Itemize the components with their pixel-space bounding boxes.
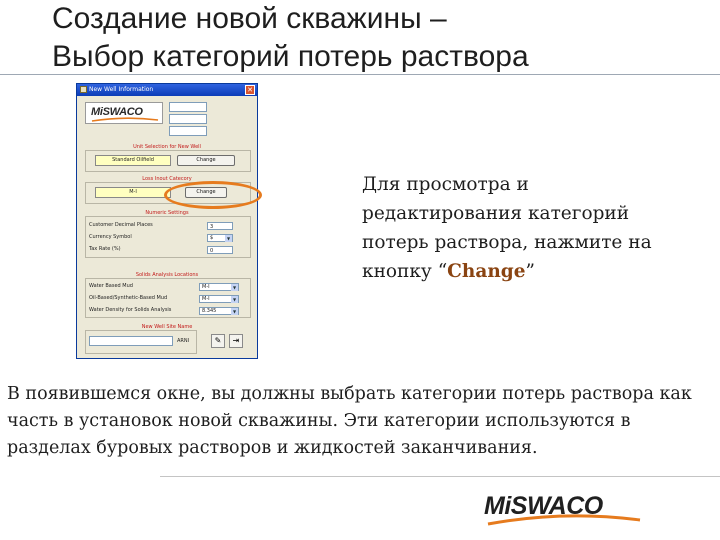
footer-logo: MiSWACO bbox=[484, 490, 644, 530]
well-info-field-3[interactable] bbox=[169, 126, 207, 136]
loss-category-value: M-I bbox=[95, 187, 171, 198]
unit-value: Standard Oilfield bbox=[95, 155, 171, 166]
oil-based-mud-select[interactable]: M-I ▼ bbox=[199, 295, 239, 303]
decimal-places-input[interactable]: 3 bbox=[207, 222, 233, 230]
change-button-highlight bbox=[164, 181, 262, 209]
footer-swoosh-icon bbox=[487, 514, 641, 526]
dialog-titlebar[interactable]: New Well Information ✕ bbox=[77, 84, 257, 96]
dialog-logo: MiSWACO bbox=[85, 102, 163, 124]
close-icon[interactable]: ✕ bbox=[245, 85, 255, 95]
site-name-unit: ARNI bbox=[177, 338, 190, 344]
site-name-input[interactable] bbox=[89, 336, 173, 346]
app-icon bbox=[80, 86, 87, 93]
exit-door-icon[interactable]: ⇥ bbox=[229, 334, 243, 348]
body-paragraph: В появившемся окне, вы должны выбрать ка… bbox=[7, 384, 692, 458]
water-based-mud-label: Water Based Mud bbox=[89, 283, 133, 289]
chevron-down-icon[interactable]: ▼ bbox=[225, 235, 232, 242]
slide-title-line-2: Выбор категорий потерь раствора bbox=[52, 40, 529, 73]
notepad-icon[interactable]: ✎ bbox=[211, 334, 225, 348]
water-based-mud-select[interactable]: M-I ▼ bbox=[199, 283, 239, 291]
dialog-title: New Well Information bbox=[89, 86, 154, 93]
well-info-field-2[interactable] bbox=[169, 114, 207, 124]
water-density-select[interactable]: 8.345 ▼ bbox=[199, 307, 239, 315]
currency-symbol-value: $ bbox=[210, 235, 214, 241]
title-divider bbox=[0, 74, 720, 75]
slide-title: Создание новой скважины – Выбор категори… bbox=[52, 0, 692, 76]
new-well-dialog: New Well Information ✕ MiSWACO Unit Sele… bbox=[76, 83, 258, 359]
water-density-value: 8.345 bbox=[202, 308, 217, 314]
callout-text-after: ” bbox=[525, 261, 535, 282]
oil-based-mud-label: Oil-Based/Synthetic-Based Mud bbox=[89, 295, 168, 301]
oil-based-mud-value: M-I bbox=[202, 296, 210, 302]
footer-divider bbox=[160, 476, 720, 477]
callout-change-word: Change bbox=[447, 261, 526, 282]
well-info-field-1[interactable] bbox=[169, 102, 207, 112]
water-based-mud-value: M-I bbox=[202, 284, 210, 290]
chevron-down-icon[interactable]: ▼ bbox=[231, 296, 238, 303]
currency-symbol-select[interactable]: $ ▼ bbox=[207, 234, 233, 242]
logo-swoosh-icon bbox=[91, 117, 159, 122]
decimal-places-label: Customer Decimal Places bbox=[89, 222, 153, 228]
water-density-label: Water Density for Solids Analysis bbox=[89, 307, 172, 313]
chevron-down-icon[interactable]: ▼ bbox=[231, 284, 238, 291]
unit-change-button[interactable]: Change bbox=[177, 155, 235, 166]
tax-rate-input[interactable]: 0 bbox=[207, 246, 233, 254]
tax-rate-label: Tax Rate (%) bbox=[89, 246, 121, 252]
slide-title-line-1: Создание новой скважины – bbox=[52, 2, 447, 35]
currency-symbol-label: Currency Symbol bbox=[89, 234, 132, 240]
callout-text: Для просмотра и редактирования категорий… bbox=[362, 170, 682, 286]
chevron-down-icon[interactable]: ▼ bbox=[231, 308, 238, 315]
